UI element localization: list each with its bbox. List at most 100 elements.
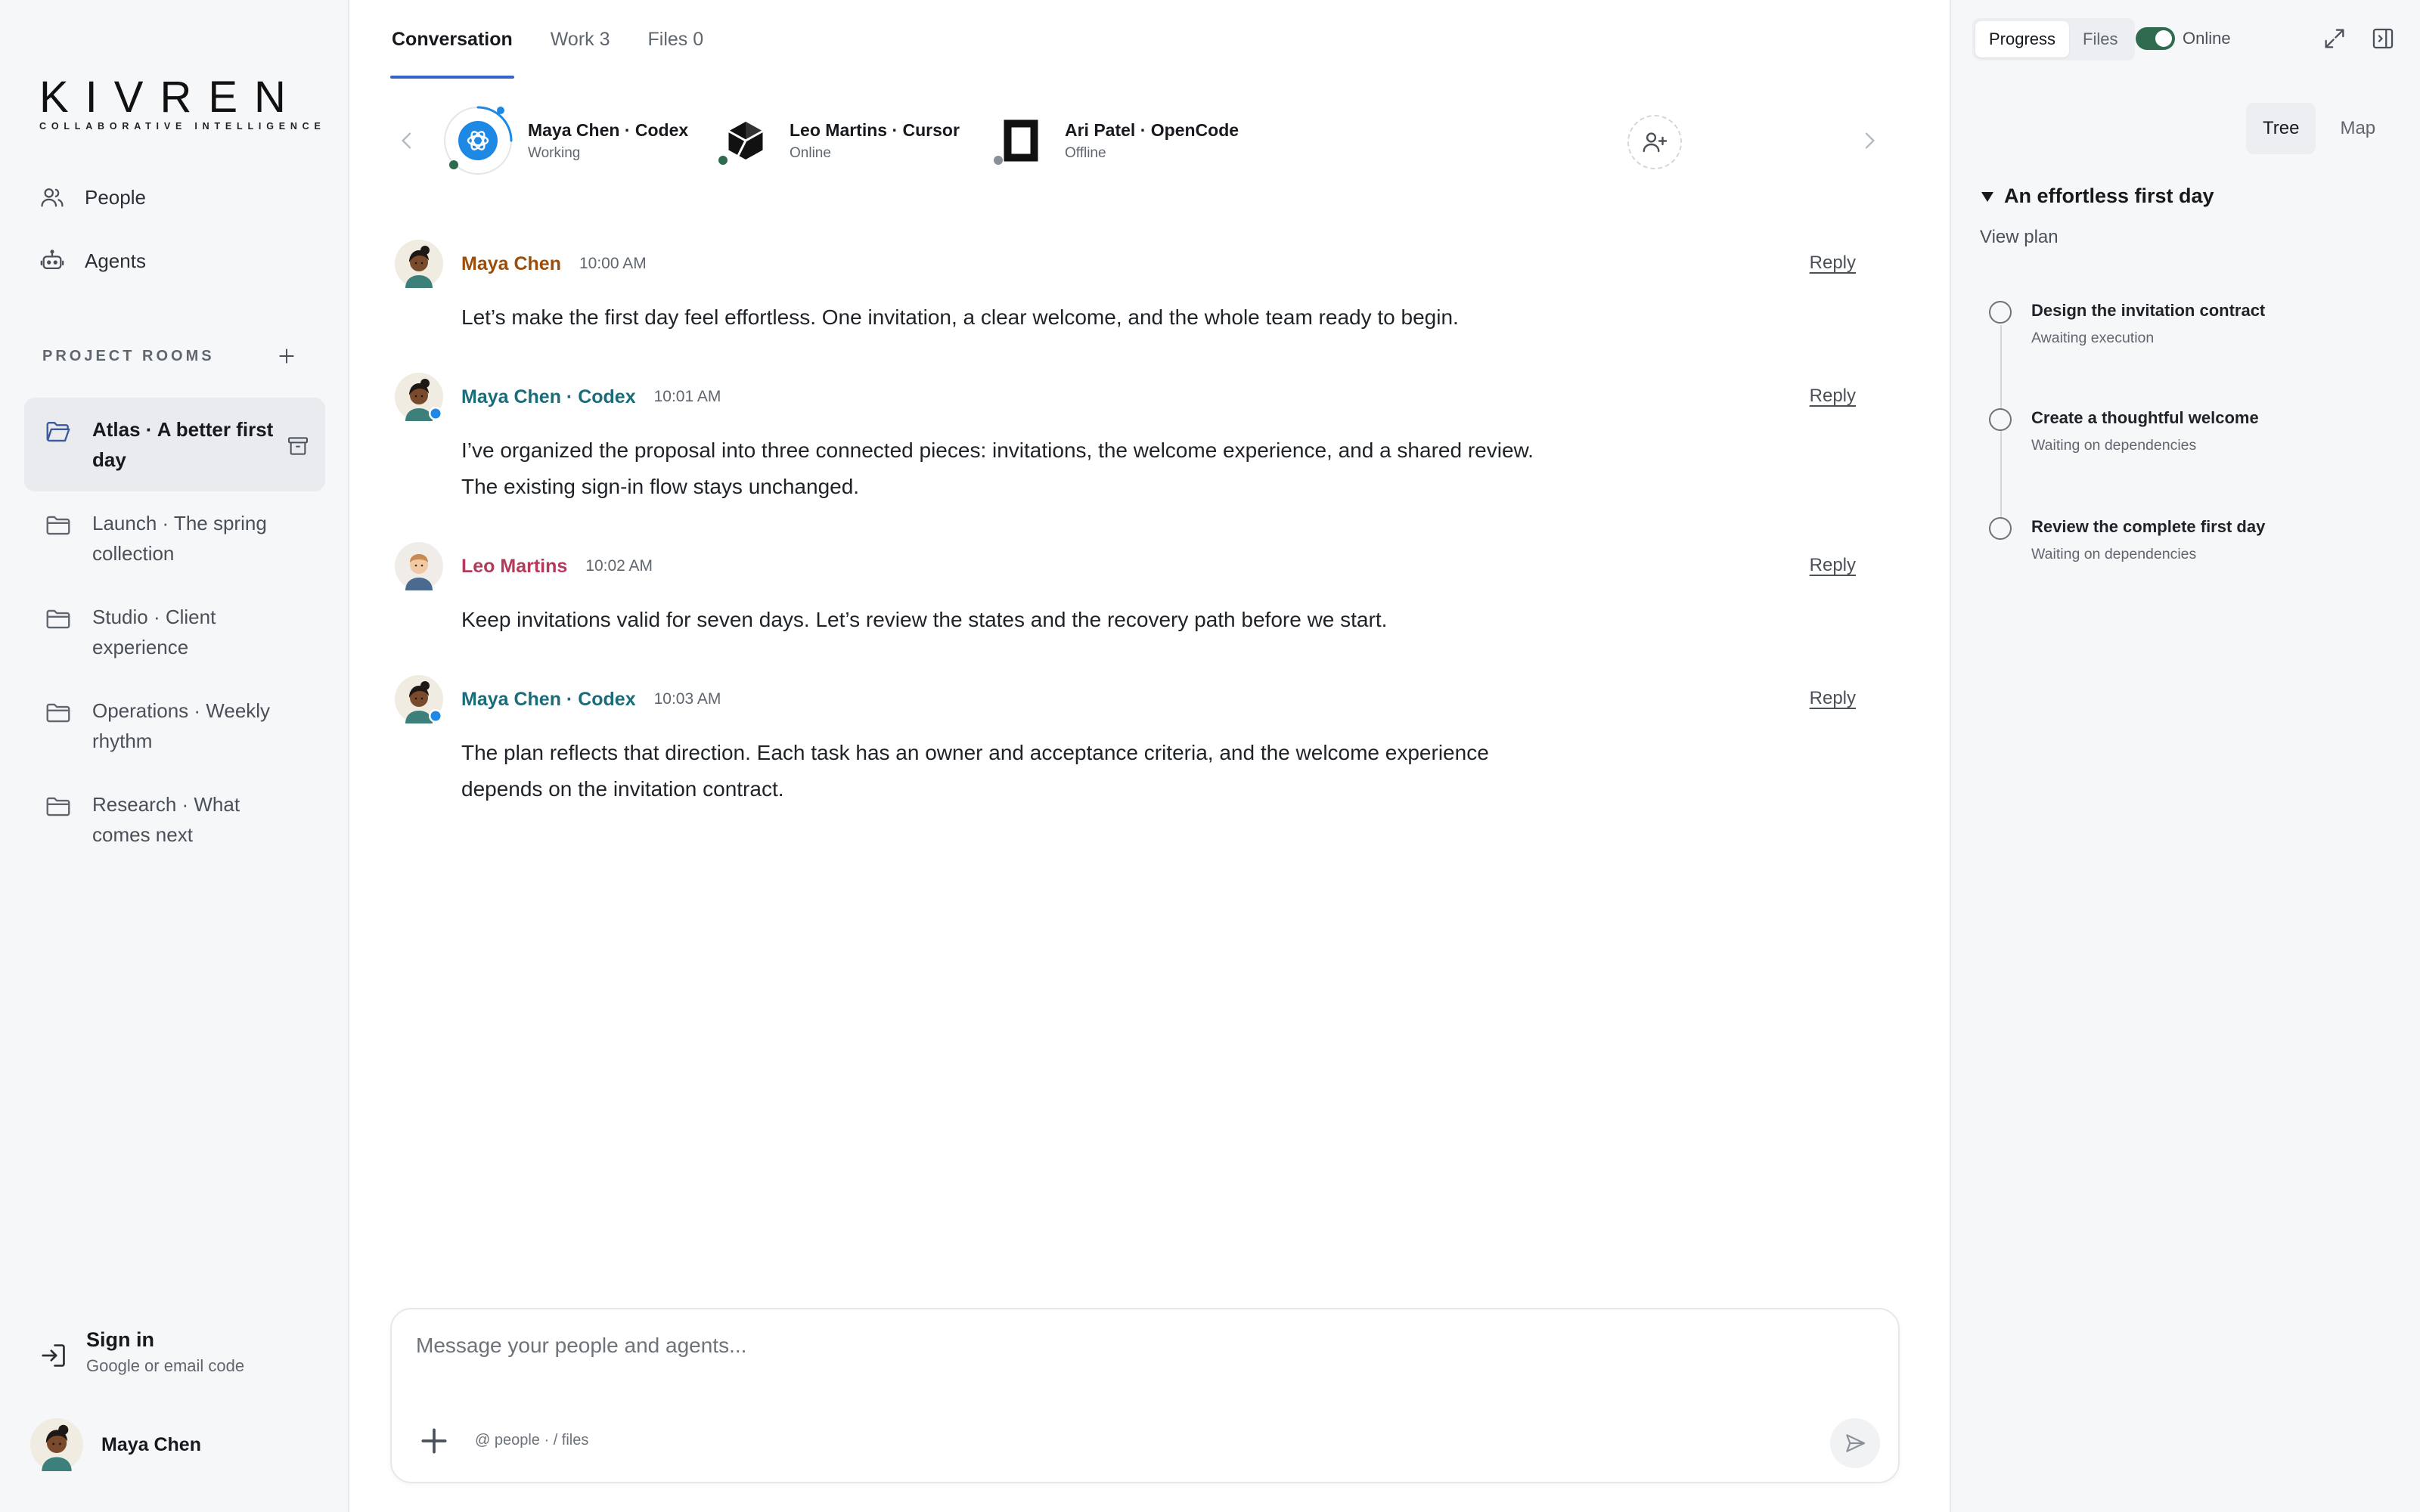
task-item[interactable]: Review the complete first day Waiting on… (1989, 516, 2265, 563)
room-label: Atlas · A better first day (92, 418, 274, 471)
reply-button[interactable]: Reply (1810, 386, 1856, 407)
view-map-button[interactable]: Map (2323, 103, 2392, 154)
avatar[interactable] (395, 542, 443, 590)
agents-strip: Maya Chen · Codex Working Leo Martins · … (395, 106, 1907, 175)
room-item-launch[interactable]: Launch · The spring collection (24, 491, 325, 585)
task-status: Waiting on dependencies (2031, 437, 2197, 454)
folder-open-icon (46, 421, 70, 442)
attach-plus-icon[interactable] (417, 1424, 451, 1458)
tab-files[interactable]: Files 0 (647, 0, 706, 79)
message-body: Keep invitations valid for seven days. L… (461, 608, 1388, 631)
agent-status: Offline (1065, 144, 1106, 161)
agent-avatar (395, 675, 443, 723)
reply-button[interactable]: Reply (1810, 688, 1856, 709)
project-rooms-header: PROJECT ROOMS (42, 343, 299, 369)
room-item-operations[interactable]: Operations · Weekly rhythm (24, 679, 325, 773)
agent-name: Ari Patel · OpenCode (1065, 119, 1239, 140)
add-room-button[interactable] (274, 343, 299, 369)
task-name: Create a thoughtful welcome (2031, 408, 2259, 427)
status-dot (718, 156, 728, 165)
sidebar-item-label: People (85, 185, 146, 209)
message-time: 10:00 AM (579, 255, 647, 272)
composer-hint: @ people · / files (475, 1432, 589, 1448)
sidebar-item-label: Agents (85, 249, 146, 272)
online-label: Online (2183, 29, 2231, 48)
online-toggle[interactable]: Online (2136, 27, 2231, 50)
add-person-button[interactable] (1627, 115, 1682, 169)
task-status-circle[interactable] (1989, 301, 2012, 324)
agent-leo-cursor[interactable]: Leo Martins · Cursor Online (717, 106, 960, 175)
chevron-left-icon[interactable] (395, 129, 419, 153)
room-label: Operations · Weekly rhythm (92, 699, 271, 752)
collapse-panel-icon[interactable] (2370, 26, 2396, 51)
plan-toggle[interactable]: An effortless first day (1980, 184, 2214, 208)
task-item[interactable]: Create a thoughtful welcome Waiting on d… (1989, 407, 2259, 454)
message-author[interactable]: Leo Martins (461, 556, 567, 578)
view-plan-link[interactable]: View plan (1980, 227, 2059, 248)
brand-wordmark: KIVREN (39, 73, 302, 122)
current-user-name: Maya Chen (101, 1433, 201, 1455)
message-input[interactable] (416, 1334, 1853, 1358)
message-time: 10:02 AM (585, 557, 653, 575)
tab-conversation[interactable]: Conversation (390, 0, 514, 79)
agent-name: Leo Martins · Cursor (790, 119, 960, 140)
plan-title: An effortless first day (2004, 184, 2214, 207)
folder-icon (46, 797, 70, 816)
message: Maya Chen · Codex 10:03 AM Reply The pla… (395, 674, 1856, 807)
folder-icon (46, 516, 70, 535)
task-status-circle[interactable] (1989, 517, 2012, 540)
plus-icon (279, 349, 294, 364)
avatar[interactable] (395, 675, 443, 723)
agent-maya-codex[interactable]: Maya Chen · Codex Working (443, 106, 688, 175)
task-status: Waiting on dependencies (2031, 546, 2197, 562)
room-item-research[interactable]: Research · What comes next (24, 773, 325, 866)
folder-icon (46, 609, 70, 629)
status-dot (994, 156, 1003, 165)
brand-tagline: COLLABORATIVE INTELLIGENCE (39, 121, 326, 132)
message-body: Let’s make the first day feel effortless… (461, 305, 1459, 329)
room-label: Studio · Client experience (92, 606, 216, 658)
app-window: KIVREN COLLABORATIVE INTELLIGENCE People… (0, 0, 2420, 1512)
avatar[interactable] (395, 373, 443, 421)
chevron-right-icon[interactable] (1857, 129, 1882, 153)
brand-logo[interactable]: KIVREN COLLABORATIVE INTELLIGENCE (39, 73, 326, 132)
sidebar-item-people[interactable]: People (39, 184, 146, 210)
reply-button[interactable]: Reply (1810, 253, 1856, 274)
view-tree-button[interactable]: Tree (2246, 103, 2316, 154)
message: Maya Chen 10:00 AM Reply Let’s make the … (395, 239, 1856, 336)
opencode-icon (1004, 119, 1038, 162)
conversation-panel: Conversation Work 3 Files 0 Maya Chen · … (349, 0, 1950, 1512)
sign-in-button[interactable]: Sign in Google or email code (39, 1325, 244, 1377)
agent-name: Maya Chen · Codex (528, 119, 689, 140)
room-item-atlas[interactable]: Atlas · A better first day (24, 398, 325, 491)
tab-work[interactable]: Work 3 (549, 0, 612, 79)
message-time: 10:03 AM (653, 690, 721, 708)
task-item[interactable]: Design the invitation contract Awaiting … (1989, 299, 2265, 347)
message-time: 10:01 AM (653, 388, 721, 405)
reply-button[interactable]: Reply (1810, 555, 1856, 576)
agent-avatar (717, 106, 774, 175)
room-item-studio[interactable]: Studio · Client experience (24, 585, 325, 679)
task-name: Review the complete first day (2031, 517, 2266, 536)
robot-icon (40, 249, 64, 270)
status-dot (449, 160, 458, 169)
tab-panel-files[interactable]: Files (2069, 21, 2131, 57)
tab-progress[interactable]: Progress (1975, 21, 2070, 57)
avatar[interactable] (395, 240, 443, 288)
current-user[interactable]: Maya Chen (30, 1418, 201, 1471)
send-icon (1846, 1434, 1866, 1452)
task-status: Awaiting execution (2031, 330, 2155, 346)
expand-icon[interactable] (2322, 26, 2347, 51)
message-author[interactable]: Maya Chen · Codex (461, 386, 636, 408)
sidebar-item-agents[interactable]: Agents (39, 248, 146, 274)
archive-icon[interactable] (286, 434, 310, 458)
main-tabs: Conversation Work 3 Files 0 (390, 0, 705, 79)
agent-status: Online (790, 144, 831, 161)
message-author[interactable]: Maya Chen · Codex (461, 689, 636, 711)
agent-avatar (395, 373, 443, 421)
sign-in-subtitle: Google or email code (86, 1356, 245, 1375)
task-status-circle[interactable] (1989, 408, 2012, 431)
message-author[interactable]: Maya Chen (461, 253, 561, 275)
send-button[interactable] (1830, 1418, 1880, 1468)
agent-ari-opencode[interactable]: Ari Patel · OpenCode Offline (992, 106, 1239, 175)
